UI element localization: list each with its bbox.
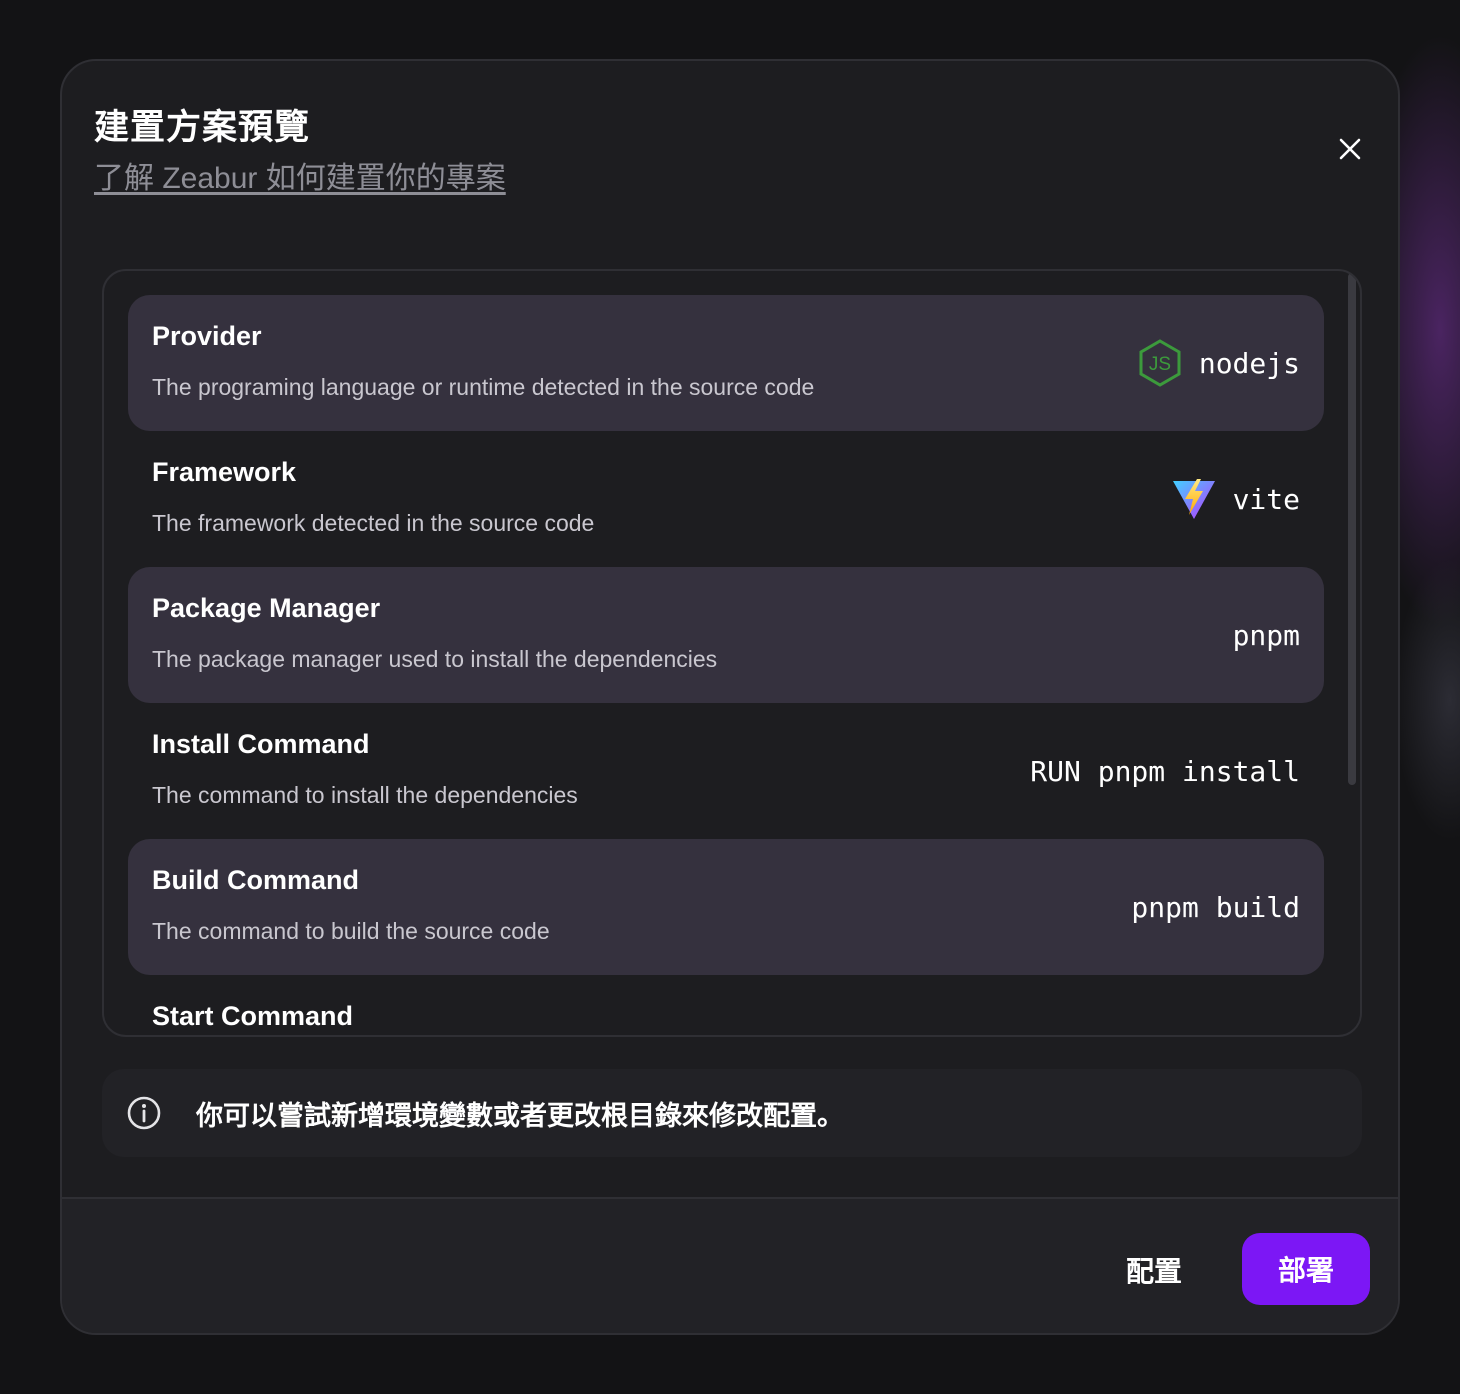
build-plan-dialog: 建置方案預覽 了解 Zeabur 如何建置你的專案 Provider The p… xyxy=(60,59,1400,1335)
info-icon xyxy=(127,1096,161,1130)
row-value: pnpm xyxy=(1233,567,1300,703)
framework-value: vite xyxy=(1232,482,1300,516)
info-text: 你可以嘗試新增環境變數或者更改根目錄來修改配置。 xyxy=(196,1100,844,1131)
row-value: RUN pnpm install xyxy=(1030,703,1300,839)
row-title: Build Command xyxy=(152,865,359,895)
svg-text:JS: JS xyxy=(1149,354,1171,375)
plan-row-install-command: Install Command The command to install t… xyxy=(128,703,1324,839)
row-value: vite xyxy=(1171,431,1300,567)
build-plan-list: Provider The programing language or runt… xyxy=(128,295,1324,1035)
install-command-value: RUN pnpm install xyxy=(1030,754,1300,788)
config-button[interactable]: 配置 xyxy=(1112,1235,1196,1305)
row-title: Start Command xyxy=(152,1001,354,1031)
learn-more-link[interactable]: 了解 Zeabur 如何建置你的專案 xyxy=(94,153,506,197)
row-title: Package Manager xyxy=(152,593,381,623)
row-value: pnpm build xyxy=(1131,839,1300,975)
plan-row-package-manager: Package Manager The package manager used… xyxy=(128,567,1324,703)
plan-row-build-command: Build Command The command to build the s… xyxy=(128,839,1324,975)
close-icon xyxy=(1339,138,1361,160)
row-description: The framework detected in the source cod… xyxy=(152,510,595,536)
dialog-footer: 配置 部署 xyxy=(62,1197,1398,1333)
row-description: The command to build the source code xyxy=(152,918,550,944)
vite-icon xyxy=(1172,479,1215,519)
plan-row-start-command: Start Command xyxy=(128,975,1324,1035)
close-button[interactable] xyxy=(1330,129,1370,169)
scrollbar-thumb[interactable] xyxy=(1348,273,1356,785)
info-banner: 你可以嘗試新增環境變數或者更改根目錄來修改配置。 xyxy=(102,1069,1362,1157)
build-command-value: pnpm build xyxy=(1131,890,1300,924)
row-description: The programing language or runtime detec… xyxy=(152,374,815,400)
row-description: The package manager used to install the … xyxy=(152,646,718,672)
nodejs-icon: JS xyxy=(1139,339,1181,387)
package-manager-value: pnpm xyxy=(1232,618,1300,652)
row-value: JS nodejs xyxy=(1137,295,1300,431)
build-plan-panel[interactable]: Provider The programing language or runt… xyxy=(102,269,1362,1037)
dialog-title: 建置方案預覽 xyxy=(94,108,311,147)
provider-value: nodejs xyxy=(1198,346,1300,380)
row-title: Framework xyxy=(152,457,297,487)
deploy-button[interactable]: 部署 xyxy=(1242,1233,1370,1305)
plan-row-framework: Framework The framework detected in the … xyxy=(128,431,1324,567)
row-title: Provider xyxy=(152,321,262,351)
plan-row-provider: Provider The programing language or runt… xyxy=(128,295,1324,431)
